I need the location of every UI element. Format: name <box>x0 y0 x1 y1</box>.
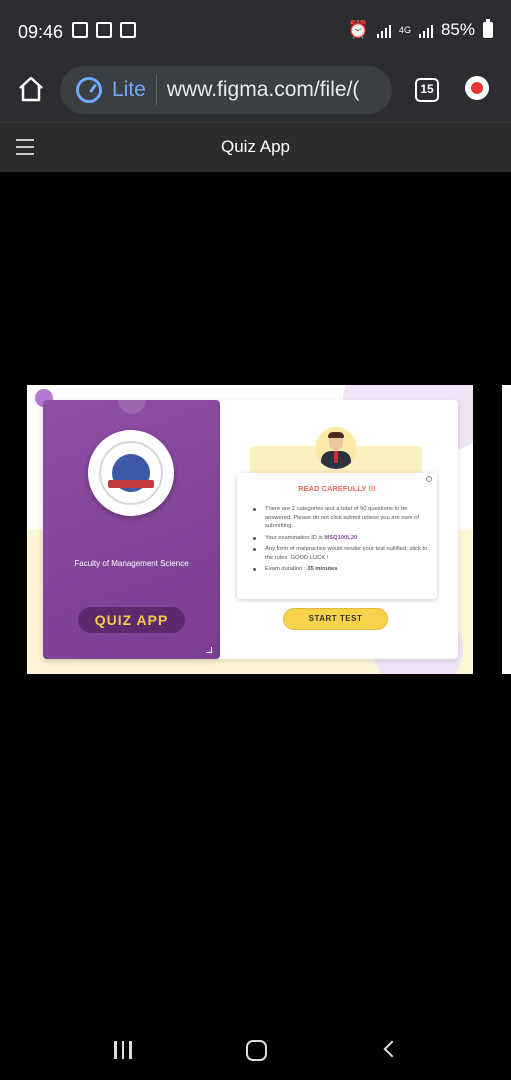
next-frame-edge <box>502 385 511 674</box>
status-bar: 09:46 ⏰ 4G 85% <box>0 0 511 62</box>
gallery-icon <box>72 22 88 38</box>
faculty-logo <box>88 430 174 516</box>
rule-text: Any form of malpractice would render you… <box>265 546 428 561</box>
rule-item: Any form of malpractice would render you… <box>253 545 431 562</box>
alarm-icon: ⏰ <box>347 20 369 39</box>
back-icon[interactable] <box>383 1040 401 1058</box>
notice-heading: READ CAREFULLY !!! <box>298 484 376 493</box>
recents-icon[interactable] <box>114 1041 132 1059</box>
resize-corner-icon <box>206 647 212 653</box>
instructions-card: READ CAREFULLY !!! There are 2 categorie… <box>220 400 458 659</box>
logo-crest-icon <box>108 454 154 492</box>
signal-icon <box>376 22 391 38</box>
avatar-hair <box>328 432 344 438</box>
exam-id: MSQ100L20 <box>324 534 358 541</box>
home-icon[interactable] <box>16 74 46 104</box>
rule-item: There are 2 categories and a total of 50… <box>253 505 431 531</box>
signal-icon-2 <box>418 22 433 38</box>
faculty-name: Faculty of Management Science <box>74 559 189 568</box>
network-type: 4G <box>398 25 411 35</box>
system-nav-bar <box>0 1032 511 1080</box>
instructions-panel: READ CAREFULLY !!! There are 2 categorie… <box>237 473 437 599</box>
rules-list: There are 2 categories and a total of 50… <box>253 505 431 577</box>
proctor-avatar <box>315 427 357 469</box>
lite-label: Lite <box>112 78 146 101</box>
avatar-tie <box>334 451 338 463</box>
update-icon <box>471 82 483 94</box>
battery-icon <box>483 19 493 38</box>
n-app-icon <box>96 22 112 38</box>
home-nav-icon[interactable] <box>246 1040 267 1061</box>
system-indicators: ⏰ 4G 85% <box>347 19 493 40</box>
settings-icon[interactable] <box>426 476 432 482</box>
update-menu-button[interactable] <box>465 76 489 100</box>
prototype-canvas: Faculty of Management Science QUIZ APP R… <box>0 172 511 1032</box>
page-title: Quiz App <box>221 137 290 156</box>
quiz-app-badge: QUIZ APP <box>78 607 185 633</box>
battery-level: 85% <box>440 20 475 39</box>
clock: 09:46 <box>18 22 64 42</box>
divider <box>155 75 157 105</box>
notification-icons <box>72 22 136 38</box>
rule-item: Exam duration : 35 minutes <box>253 565 431 574</box>
quiz-welcome-frame: Faculty of Management Science QUIZ APP R… <box>27 385 473 674</box>
url-text: www.figma.com/file/( <box>166 78 360 101</box>
rule-text: There are 2 categories and a total of 50… <box>265 506 420 529</box>
rule-text: Your examination ID is <box>265 534 325 541</box>
lite-mode-icon <box>76 77 102 103</box>
exam-duration: 35 minutes <box>307 566 338 572</box>
rule-text: Exam duration : <box>265 566 308 572</box>
address-bar[interactable]: Lite www.figma.com/file/( <box>60 66 392 114</box>
rule-item: Your examination ID is MSQ100L20 <box>253 534 431 543</box>
decor-circle <box>118 386 146 414</box>
tab-switcher-button[interactable]: 15 <box>415 78 439 102</box>
browser-toolbar: Lite www.figma.com/file/( 15 <box>0 62 511 122</box>
logo-seal <box>99 441 163 505</box>
start-test-button[interactable]: START TEST <box>283 608 388 630</box>
app-header: Quiz App <box>0 122 511 172</box>
faculty-card: Faculty of Management Science QUIZ APP <box>43 386 220 659</box>
check-icon <box>120 22 136 38</box>
